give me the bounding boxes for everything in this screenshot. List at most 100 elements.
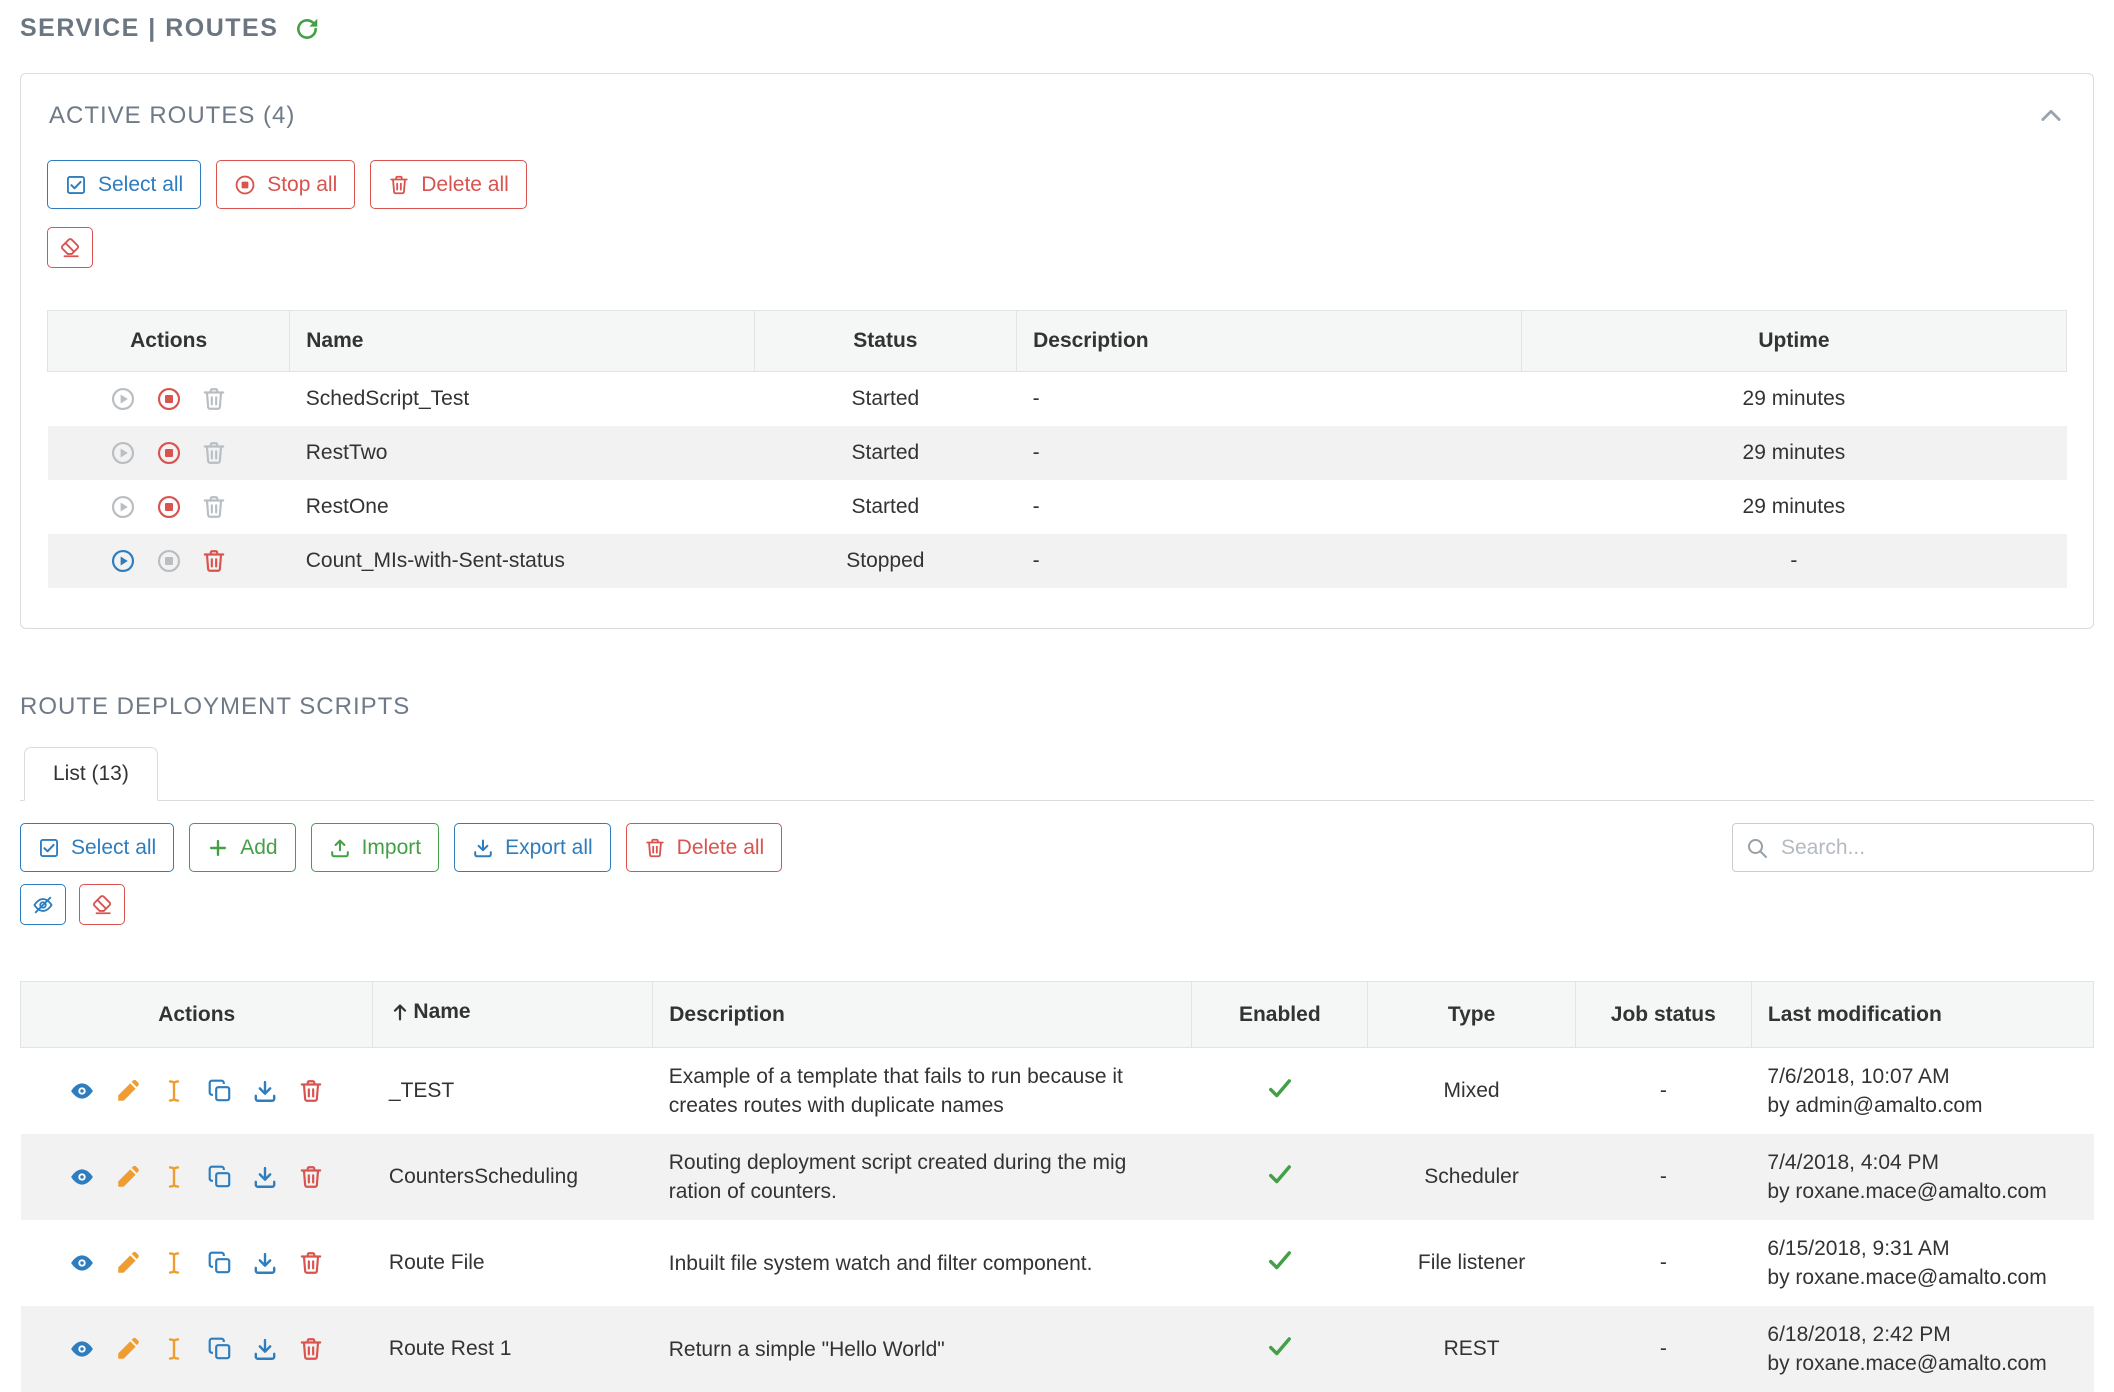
search-box [1732,823,2094,872]
import-button[interactable]: Import [311,823,440,872]
stop-all-button[interactable]: Stop all [216,160,355,209]
script-type: Scheduler [1368,1134,1575,1220]
search-input[interactable] [1732,823,2094,872]
toggle-visibility-button[interactable] [20,884,66,925]
script-description: Inbuilt file system watch and filter com… [653,1220,1192,1306]
delete-route-button[interactable] [201,386,227,412]
edit-script-button[interactable] [115,1164,141,1190]
column-header-job-status[interactable]: Job status [1575,982,1751,1048]
column-header-status: Status [754,311,1016,372]
download-icon [252,1164,278,1190]
script-description: Return a simple "Hello World" [653,1306,1192,1392]
active-routes-toolbar-row2 [47,227,2067,268]
stop-route-button[interactable] [156,548,182,574]
view-script-button[interactable] [69,1250,95,1276]
view-script-button[interactable] [69,1078,95,1104]
select-all-label: Select all [98,173,183,197]
active-routes-panel: ACTIVE ROUTES (4) Select all Stop all De… [20,73,2094,629]
text-cursor-icon [161,1250,187,1276]
edit-script-button[interactable] [115,1250,141,1276]
import-label: Import [362,836,422,860]
page-title: SERVICE | ROUTES [20,14,278,43]
stop-icon [156,386,182,412]
column-header-type[interactable]: Type [1368,982,1575,1048]
scripts-toolbar-row2 [20,884,2094,925]
stop-all-label: Stop all [267,173,337,197]
download-icon [472,837,494,859]
stop-route-button[interactable] [156,440,182,466]
export-script-button[interactable] [252,1336,278,1362]
script-last-modification: 7/6/2018, 10:07 AM by admin@amalto.com [1751,1048,2093,1135]
add-button[interactable]: Add [189,823,295,872]
start-route-button[interactable] [110,386,136,412]
rename-script-button[interactable] [161,1336,187,1362]
view-script-button[interactable] [69,1336,95,1362]
export-script-button[interactable] [252,1078,278,1104]
delete-all-button[interactable]: Delete all [370,160,527,209]
start-route-button[interactable] [110,548,136,574]
delete-route-button[interactable] [201,494,227,520]
collapse-panel-button[interactable] [2037,102,2065,130]
view-script-button[interactable] [69,1164,95,1190]
export-all-button[interactable]: Export all [454,823,611,872]
edit-script-button[interactable] [115,1336,141,1362]
delete-script-button[interactable] [298,1250,324,1276]
eraser-icon [59,237,81,259]
rename-script-button[interactable] [161,1164,187,1190]
delete-all-button[interactable]: Delete all [626,823,783,872]
scripts-table: Actions Name Description Enabled Type Jo… [20,981,2094,1392]
stop-route-button[interactable] [156,494,182,520]
delete-route-button[interactable] [201,440,227,466]
route-uptime: 29 minutes [1521,480,2066,534]
delete-all-label: Delete all [677,836,765,860]
script-actions [21,1220,373,1306]
delete-script-button[interactable] [298,1078,324,1104]
start-route-button[interactable] [110,440,136,466]
clear-selection-button[interactable] [47,227,93,268]
modified-by: by roxane.mace@amalto.com [1767,1349,2077,1378]
column-header-name[interactable]: Name [373,982,653,1048]
column-header-description[interactable]: Description [653,982,1192,1048]
script-type: File listener [1368,1220,1575,1306]
delete-script-button[interactable] [298,1164,324,1190]
export-script-button[interactable] [252,1250,278,1276]
tab-list[interactable]: List (13) [24,747,158,801]
route-name: Count_MIs-with-Sent-status [290,534,754,588]
script-description: Example of a template that fails to run … [653,1048,1192,1135]
delete-route-button[interactable] [201,548,227,574]
table-row: CountersScheduling Routing deployment sc… [21,1134,2094,1220]
column-header-name: Name [290,311,754,372]
edit-script-button[interactable] [115,1078,141,1104]
refresh-button[interactable] [294,16,320,42]
script-job-status: - [1575,1220,1751,1306]
duplicate-script-button[interactable] [207,1164,233,1190]
select-all-button[interactable]: Select all [47,160,201,209]
search-icon [1745,836,1769,860]
trash-icon [644,837,666,859]
duplicate-script-button[interactable] [207,1078,233,1104]
delete-script-button[interactable] [298,1336,324,1362]
column-header-enabled[interactable]: Enabled [1192,982,1368,1048]
column-header-actions: Actions [48,311,290,372]
rename-script-button[interactable] [161,1250,187,1276]
duplicate-script-button[interactable] [207,1336,233,1362]
clear-selection-button[interactable] [79,884,125,925]
script-actions [21,1134,373,1220]
column-header-last-modification[interactable]: Last modification [1751,982,2093,1048]
active-routes-header: ACTIVE ROUTES (4) [47,96,2067,130]
start-route-button[interactable] [110,494,136,520]
stop-route-button[interactable] [156,386,182,412]
eraser-icon [91,894,113,916]
duplicate-script-button[interactable] [207,1250,233,1276]
pencil-icon [115,1164,141,1190]
select-all-button[interactable]: Select all [20,823,174,872]
description-line: Example of a template that fails to run … [669,1062,1176,1091]
stop-icon [156,440,182,466]
export-script-button[interactable] [252,1164,278,1190]
rename-script-button[interactable] [161,1078,187,1104]
script-enabled [1192,1220,1368,1306]
script-type: Mixed [1368,1048,1575,1135]
route-status: Started [754,426,1016,480]
route-name: RestTwo [290,426,754,480]
select-all-label: Select all [71,836,156,860]
